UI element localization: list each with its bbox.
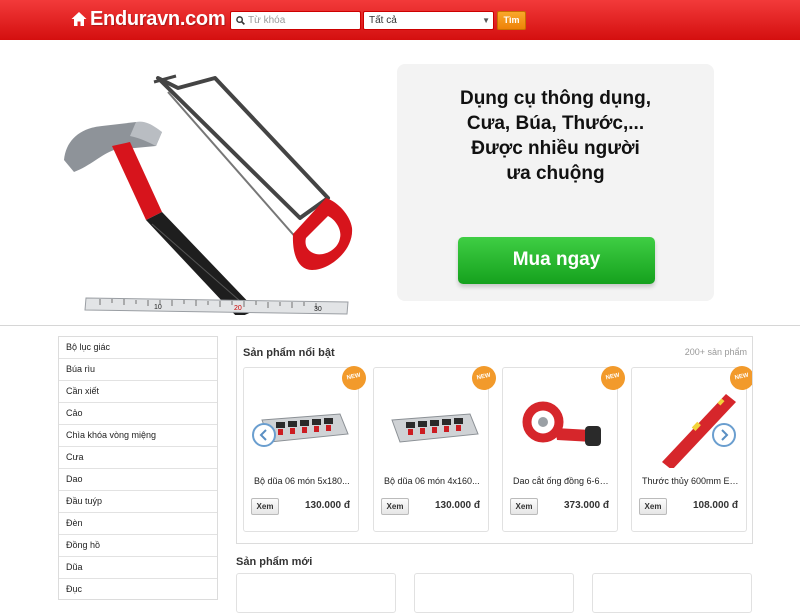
product-price: 108.000 đ (692, 500, 738, 511)
promo-headline: Dụng cụ thông dụng, Cưa, Búa, Thước,... … (397, 86, 714, 186)
promo-line: Cưa, Búa, Thước,... (466, 113, 645, 134)
sidebar-item[interactable]: Cảo (59, 403, 217, 425)
new-product-card[interactable] (414, 573, 574, 613)
sidebar-item[interactable]: Đồng hồ (59, 535, 217, 557)
search-box[interactable] (230, 11, 361, 30)
search-icon (236, 16, 245, 25)
sidebar-item[interactable]: Cần xiết (59, 381, 217, 403)
top-navigation-bar: Enduravn.com Tất cả ▼ Tìm (0, 0, 800, 40)
site-logo[interactable]: Enduravn.com (70, 7, 226, 30)
ruler-label: 20 (234, 305, 242, 312)
featured-count: 200+ sản phẩm (684, 347, 747, 357)
product-card[interactable]: NEW Bộ dũa 06 món 5x180... Xem 130.000 đ (243, 363, 369, 532)
view-button[interactable]: Xem (251, 498, 279, 515)
home-icon (71, 12, 87, 26)
sidebar-item[interactable]: Đèn (59, 513, 217, 535)
sidebar-item[interactable]: Đầu tuýp (59, 491, 217, 513)
product-name[interactable]: Bộ dũa 06 món 5x180... (254, 476, 352, 486)
promo-line: ưa chuộng (506, 163, 605, 184)
file-set-image (391, 413, 479, 443)
product-name[interactable]: Thước thủy 600mm En... (642, 476, 740, 486)
promo-line: Được nhiều người (471, 138, 640, 159)
section-divider (0, 325, 800, 326)
product-card[interactable]: NEW Thước thủy 600mm En... Xem 108.000 đ (631, 363, 752, 532)
ruler-icon: 10 20 30 (84, 297, 349, 315)
view-button[interactable]: Xem (639, 498, 667, 515)
view-button[interactable]: Xem (510, 498, 538, 515)
view-button[interactable]: Xem (381, 498, 409, 515)
sidebar-item[interactable]: Cưa (59, 447, 217, 469)
carousel-next-button[interactable] (712, 423, 736, 447)
ruler-label: 10 (154, 304, 162, 311)
new-product-card[interactable] (592, 573, 752, 613)
product-price: 373.000 đ (563, 500, 609, 511)
promo-line: Dụng cụ thông dụng, (459, 88, 651, 109)
promo-card: Dụng cụ thông dụng, Cưa, Búa, Thước,... … (397, 64, 714, 301)
sidebar-item[interactable]: Dao (59, 469, 217, 491)
chevron-left-icon (259, 429, 267, 441)
product-card[interactable]: NEW Dao cắt ống đồng 6-67... Xem 373.000… (502, 363, 628, 532)
sidebar-item[interactable]: Chìa khóa vòng miệng (59, 425, 217, 447)
product-card[interactable]: NEW Bộ dũa 06 món 4x160... Xem 130.000 đ (373, 363, 499, 532)
search-input[interactable] (248, 12, 348, 29)
product-price: 130.000 đ (434, 500, 480, 511)
ruler-label: 30 (314, 306, 322, 313)
featured-title: Sản phẩm nổi bật (243, 347, 335, 359)
sidebar-item[interactable]: Bộ lục giác (59, 337, 217, 359)
product-price: 130.000 đ (304, 500, 350, 511)
new-product-card[interactable] (236, 573, 396, 613)
category-select-value: Tất cả (369, 15, 397, 26)
pipe-cutter-image (522, 401, 601, 446)
product-name[interactable]: Bộ dũa 06 món 4x160... (384, 476, 482, 486)
hero-banner: 10 20 30 Dụng cụ thông dụng, Cưa, Búa, T… (0, 40, 800, 325)
category-select[interactable]: Tất cả ▼ (363, 11, 494, 30)
search-button[interactable]: Tìm (497, 11, 526, 30)
product-name[interactable]: Dao cắt ống đồng 6-67... (513, 476, 611, 486)
chevron-right-icon (721, 429, 729, 441)
logo-text: Enduravn.com (90, 7, 226, 30)
tools-illustration: 10 20 30 (64, 74, 353, 315)
category-sidebar: Bộ lục giác Búa rìu Cần xiết Cảo Chìa kh… (58, 336, 218, 600)
sidebar-item[interactable]: Đục (59, 579, 217, 599)
chevron-down-icon: ▼ (482, 16, 490, 25)
carousel-prev-button[interactable] (252, 423, 276, 447)
featured-products-panel: Sản phẩm nổi bật 200+ sản phẩm NEW Bộ dũ… (236, 336, 753, 544)
sidebar-item[interactable]: Búa rìu (59, 359, 217, 381)
new-products-title: Sản phẩm mới (236, 556, 313, 568)
hammer-icon (64, 121, 256, 315)
buy-now-button[interactable]: Mua ngay (458, 237, 655, 284)
sidebar-item[interactable]: Dũa (59, 557, 217, 579)
